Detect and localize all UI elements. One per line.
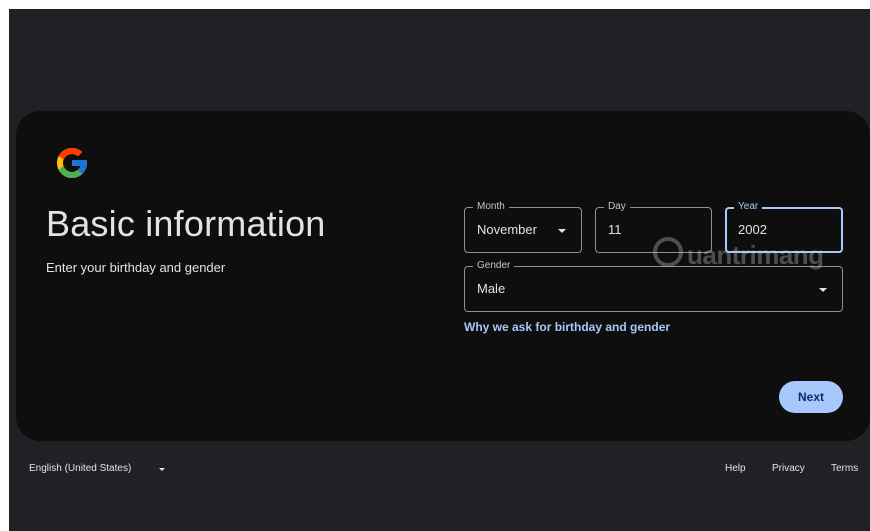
day-label: Day <box>604 201 630 213</box>
gender-label: Gender <box>473 260 515 272</box>
page-title: Basic information <box>46 203 326 244</box>
terms-link[interactable]: Terms <box>831 463 858 474</box>
basic-info-card: Basic information Enter your birthday an… <box>16 111 870 441</box>
chevron-down-icon[interactable] <box>159 468 165 471</box>
google-g-icon <box>57 148 87 178</box>
chevron-down-icon <box>558 229 566 233</box>
month-label: Month <box>473 201 509 213</box>
chevron-down-icon <box>819 288 827 292</box>
gender-value: Male <box>477 281 506 296</box>
footer: English (United States) Help Privacy Ter… <box>9 459 870 479</box>
month-value: November <box>477 222 537 237</box>
month-select[interactable]: Month November <box>464 201 582 253</box>
help-link[interactable]: Help <box>725 463 746 474</box>
language-selector[interactable]: English (United States) <box>29 463 131 474</box>
signup-screen: Basic information Enter your birthday an… <box>9 9 870 531</box>
privacy-link[interactable]: Privacy <box>772 463 805 474</box>
page-subtitle: Enter your birthday and gender <box>46 260 226 275</box>
year-label: Year <box>734 201 763 213</box>
watermark-circle-icon <box>653 237 683 267</box>
next-button[interactable]: Next <box>779 381 843 413</box>
watermark-logo: uantrimang <box>653 235 838 275</box>
birthday-gender-info-link[interactable]: Why we ask for birthday and gender <box>464 320 670 334</box>
watermark-text: uantrimang <box>687 240 824 270</box>
day-value: 11 <box>608 222 622 237</box>
